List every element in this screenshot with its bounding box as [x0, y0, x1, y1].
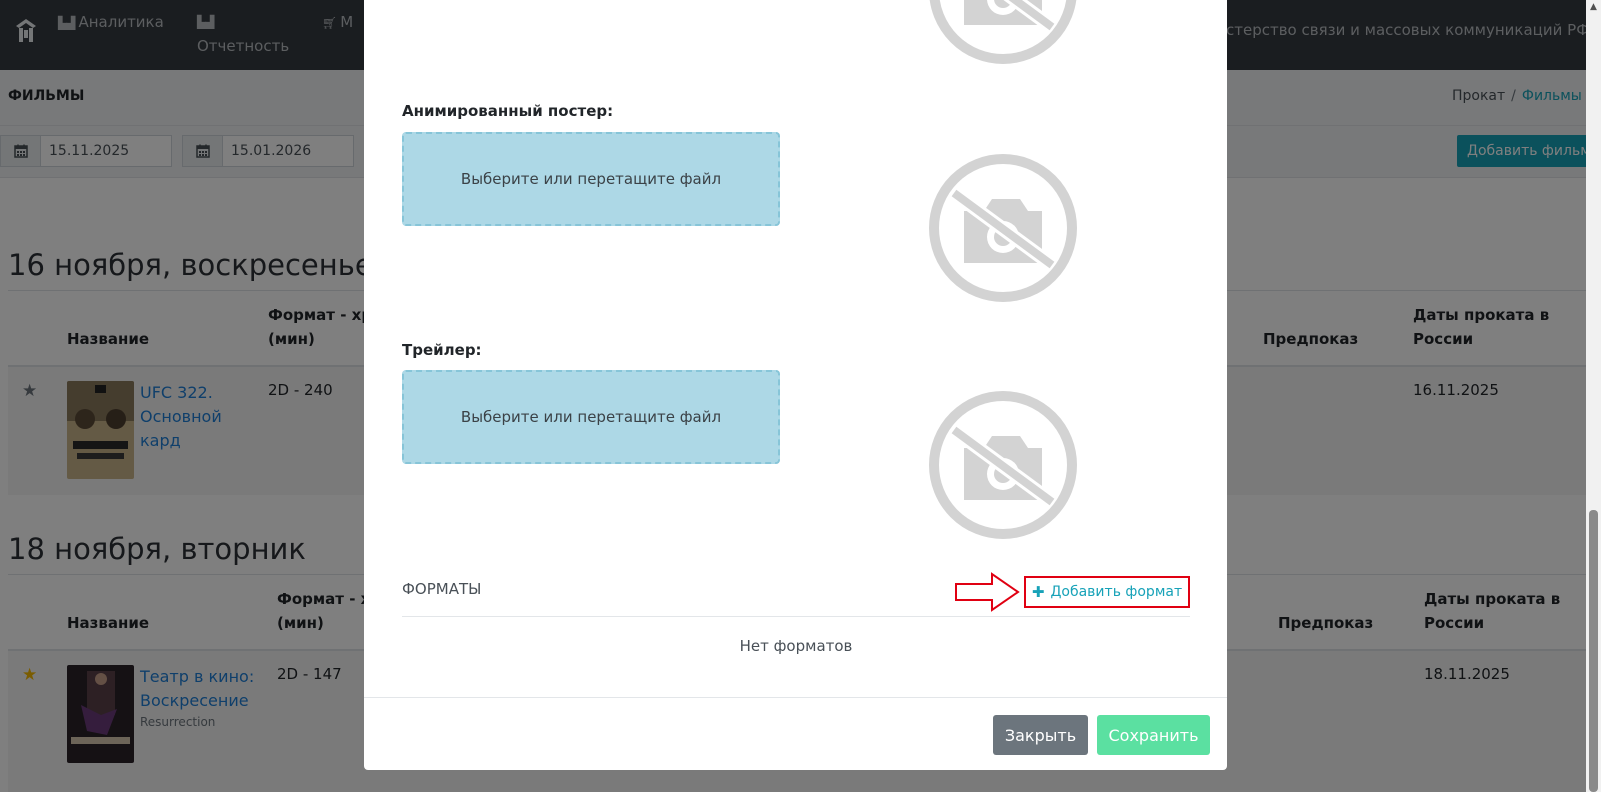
trailer-label: Трейлер:	[402, 341, 482, 359]
formats-section-title: ФОРМАТЫ	[402, 580, 482, 598]
scroll-up-arrow-icon[interactable]: ▲	[1586, 0, 1601, 15]
add-format-button[interactable]: ✚ Добавить формат	[1024, 576, 1190, 608]
dropzone-text: Выберите или перетащите файл	[460, 170, 722, 188]
dropzone-text: Выберите или перетащите файл	[460, 408, 722, 426]
divider	[402, 616, 1190, 617]
animated-poster-dropzone[interactable]: Выберите или перетащите файл	[402, 132, 780, 226]
no-photo-icon	[929, 154, 1077, 302]
scrollbar-thumb[interactable]	[1589, 510, 1598, 792]
no-photo-icon	[929, 391, 1077, 539]
no-formats-message: Нет форматов	[739, 637, 853, 655]
trailer-dropzone[interactable]: Выберите или перетащите файл	[402, 370, 780, 464]
page-scrollbar[interactable]: ▲	[1586, 0, 1601, 792]
add-format-label: Добавить формат	[1050, 584, 1183, 600]
no-photo-icon	[929, 0, 1077, 64]
modal-footer-divider	[364, 697, 1227, 698]
plus-icon: ✚	[1031, 583, 1045, 601]
animated-poster-label: Анимированный постер:	[402, 102, 614, 120]
film-edit-modal: Анимированный постер: Выберите или перет…	[364, 0, 1227, 770]
close-button[interactable]: Закрыть	[993, 715, 1088, 755]
save-button[interactable]: Сохранить	[1097, 715, 1210, 755]
arrow-right-annotation	[955, 572, 1020, 612]
